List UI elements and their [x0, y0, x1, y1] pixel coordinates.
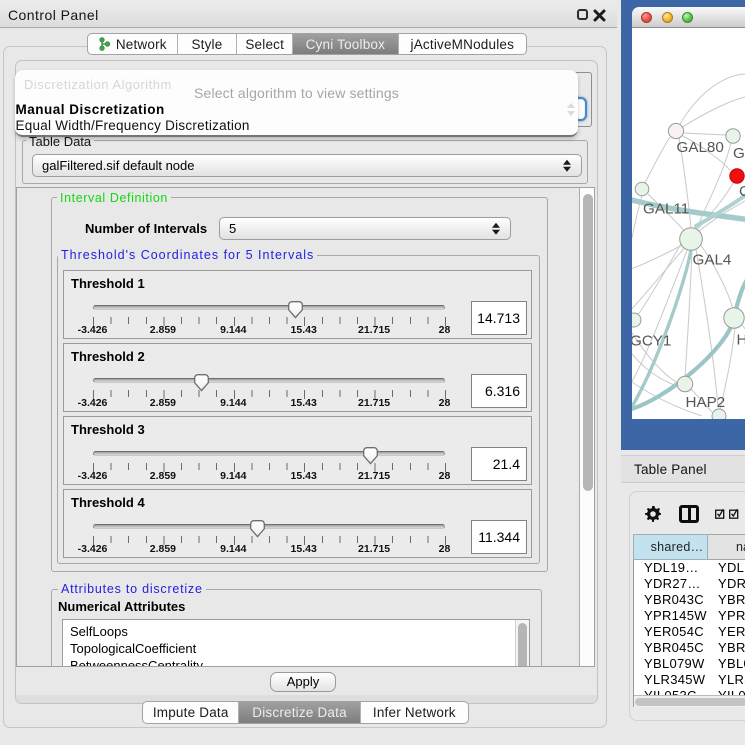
svg-text:GCY1: GCY1: [632, 333, 671, 350]
svg-text:GA: GA: [733, 145, 745, 162]
svg-text:GAL11: GAL11: [643, 201, 689, 218]
svg-text:HAP2: HAP2: [686, 394, 726, 411]
svg-text:H: H: [737, 332, 745, 349]
svg-text:GAL4: GAL4: [693, 252, 732, 269]
svg-text:GAL80: GAL80: [677, 139, 724, 156]
svg-text:C: C: [739, 183, 745, 200]
